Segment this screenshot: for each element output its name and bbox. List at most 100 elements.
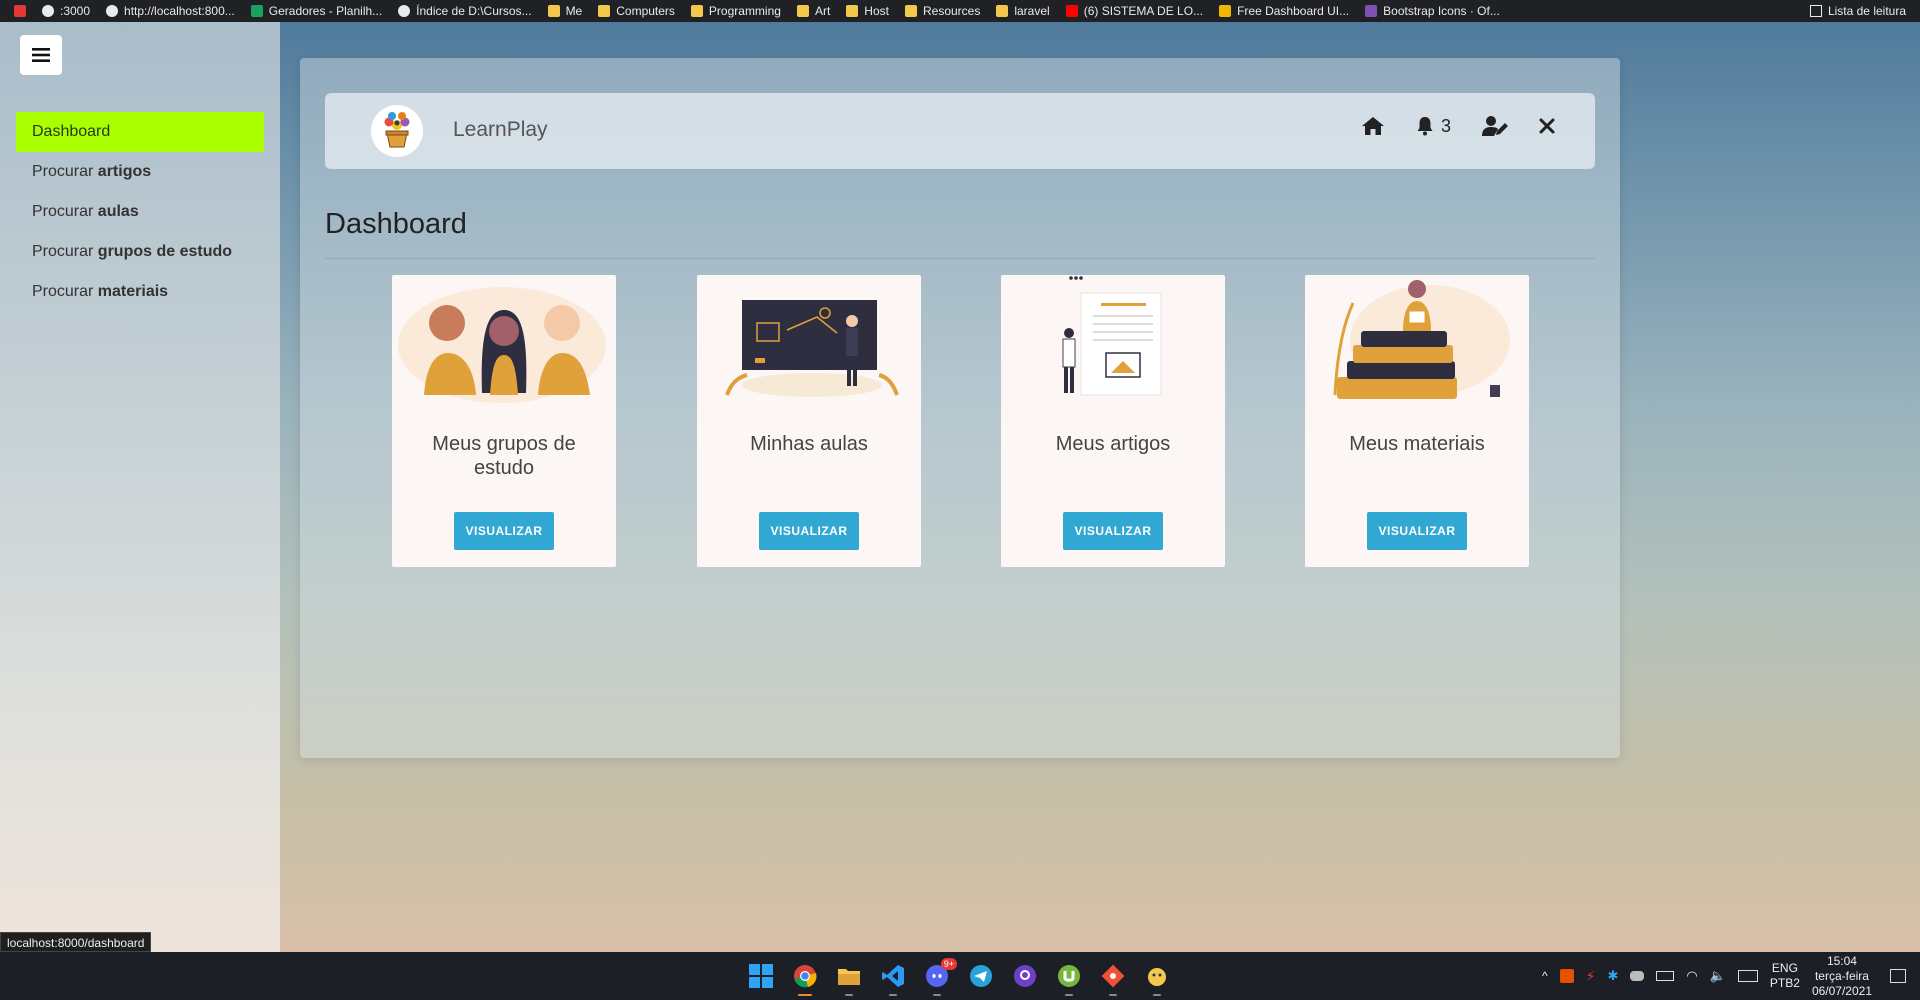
bookmark-item[interactable]: Computers (598, 4, 675, 18)
sidebar-item-aulas[interactable]: Procurar aulas (16, 192, 264, 232)
file-explorer-icon (838, 969, 860, 985)
globe-icon (106, 5, 119, 17)
article-illustration (1062, 276, 1162, 396)
bookmarks-bar: :3000 http://localhost:800... Geradores … (0, 0, 1920, 22)
taskbar-discord[interactable]: 9+ (921, 958, 957, 996)
running-indicator (798, 994, 812, 996)
app-icon (14, 5, 26, 17)
edit-profile-button[interactable] (1481, 115, 1509, 137)
card-title: Meus grupos de estudo (432, 433, 576, 479)
youtube-icon (1065, 5, 1078, 17)
taskbar-file-explorer[interactable] (833, 960, 865, 996)
taskbar-telegram[interactable] (965, 960, 997, 992)
taskbar-github[interactable] (1009, 960, 1041, 992)
windows-start-icon (749, 964, 773, 988)
chevron-up-icon[interactable]: ^ (1542, 969, 1548, 983)
view-articles-button[interactable]: VISUALIZAR (1063, 512, 1163, 550)
bookmark-item[interactable]: :3000 (42, 4, 90, 18)
view-study-groups-button[interactable]: VISUALIZAR (454, 512, 554, 550)
view-classes-button[interactable]: VISUALIZAR (759, 512, 859, 550)
main-panel: LearnPlay 3 Dashboard Meus grupos de est… (300, 58, 1620, 758)
taskbar: 9+ ^ ⚡ ✱ ◠ 🔈 ENG PTB2 15:04 terça-feira … (0, 952, 1920, 1000)
folder-icon (904, 5, 917, 17)
git-icon (1101, 964, 1125, 988)
bookmark-item[interactable]: Bootstrap Icons · Of... (1365, 4, 1500, 18)
view-materials-button[interactable]: VISUALIZAR (1367, 512, 1467, 550)
brand-logo[interactable] (371, 105, 423, 157)
globe-icon (42, 5, 54, 17)
volume-icon[interactable]: 🔈 (1710, 968, 1726, 984)
card-title: Meus artigos (1055, 433, 1171, 455)
bookmark-item[interactable]: Geradores - Planilh... (250, 4, 382, 18)
sidebar-item-grupos[interactable]: Procurar grupos de estudo (16, 232, 264, 272)
running-indicator (933, 994, 941, 996)
clock[interactable]: 15:04 terça-feira 06/07/2021 (1812, 954, 1872, 999)
folder-icon (690, 5, 703, 17)
keyboard-icon[interactable] (1737, 970, 1758, 982)
folder-icon (547, 5, 560, 17)
wifi-icon[interactable]: ◠ (1686, 968, 1697, 984)
status-url: localhost:8000/dashboard (0, 932, 152, 952)
books-illustration (1333, 280, 1510, 399)
bookmark-item[interactable]: laravel (996, 4, 1050, 18)
flower-pot-logo-icon (384, 112, 410, 148)
discord-tray-icon[interactable] (1630, 971, 1645, 981)
folder-icon (796, 5, 809, 17)
taskbar-utorrent[interactable] (1053, 960, 1085, 996)
sidebar-item-artigos[interactable]: Procurar artigos (16, 152, 264, 192)
chrome-icon (794, 965, 817, 988)
sidebar-item-materiais[interactable]: Procurar materiais (16, 272, 264, 312)
card-classes: Minhas aulas VISUALIZAR (697, 275, 921, 567)
card-study-groups: Meus grupos de estudo VISUALIZAR (392, 275, 616, 567)
study-group-illustration (398, 287, 606, 403)
bookmark-item[interactable] (14, 5, 26, 17)
close-button[interactable] (1539, 118, 1555, 134)
hamburger-icon (32, 48, 50, 62)
bookmark-item[interactable]: http://localhost:800... (106, 4, 235, 18)
page-title: Dashboard (325, 208, 467, 240)
taskbar-apps: 9+ (745, 958, 1173, 996)
vscode-icon (882, 965, 904, 987)
bootstrap-icon (1365, 5, 1378, 17)
bluetooth-icon[interactable]: ✱ (1607, 968, 1618, 984)
card-title: Meus materiais (1349, 433, 1485, 455)
bookmark-item[interactable]: Me (547, 4, 582, 18)
running-indicator (845, 994, 853, 996)
github-icon (1014, 965, 1036, 987)
home-button[interactable] (1361, 116, 1385, 136)
topbar-actions: 3 (1361, 115, 1555, 137)
bell-icon (1417, 117, 1433, 136)
bookmark-item[interactable]: Programming (690, 4, 781, 18)
notifications-button[interactable]: 3 (1415, 116, 1451, 137)
brand-name[interactable]: LearnPlay (453, 118, 548, 142)
bookmark-item[interactable]: (6) SISTEMA DE LO... (1065, 4, 1203, 18)
battery-icon[interactable] (1656, 971, 1675, 981)
sidebar-nav: Dashboard Procurar artigos Procurar aula… (16, 112, 264, 312)
taskbar-vscode[interactable] (877, 960, 909, 996)
running-indicator (1065, 994, 1073, 996)
classroom-illustration (725, 300, 899, 397)
bookmark-item[interactable]: Host (846, 4, 889, 18)
start-button[interactable] (745, 960, 777, 992)
sheets-icon (250, 5, 263, 17)
taskbar-chrome[interactable] (789, 960, 821, 996)
folder-icon (996, 5, 1009, 17)
bookmark-item[interactable]: Art (796, 4, 830, 18)
running-indicator (1153, 994, 1161, 996)
close-icon (1539, 118, 1555, 134)
bookmark-item[interactable]: Resources (904, 4, 980, 18)
app-icon (1148, 968, 1166, 986)
menu-toggle-button[interactable] (20, 35, 62, 75)
language-indicator[interactable]: ENG PTB2 (1770, 961, 1800, 991)
tray-app-icon[interactable] (1559, 969, 1574, 983)
sidebar-item-dashboard[interactable]: Dashboard (16, 112, 264, 152)
bookmark-item[interactable]: Índice de D:\Cursos... (398, 4, 532, 18)
title-divider (325, 258, 1595, 259)
bookmark-item[interactable]: Free Dashboard UI... (1219, 4, 1349, 18)
taskbar-git[interactable] (1097, 960, 1129, 996)
notification-center-icon[interactable] (1890, 969, 1906, 983)
running-indicator (889, 994, 897, 996)
taskbar-app[interactable] (1141, 960, 1173, 996)
flash-icon[interactable]: ⚡ (1586, 968, 1596, 985)
reading-list-button[interactable]: Lista de leitura (1809, 0, 1906, 22)
